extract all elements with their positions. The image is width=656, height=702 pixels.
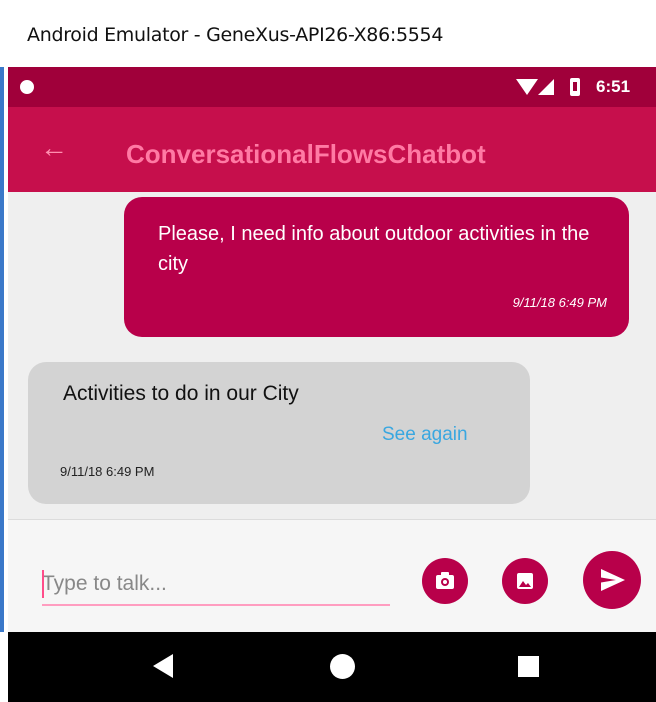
window-border [0, 67, 4, 632]
message-input[interactable] [42, 564, 390, 606]
outgoing-message-text: Please, I need info about outdoor activi… [158, 223, 590, 275]
signal-divider [555, 79, 557, 95]
app-toolbar: ← ConversationalFlowsChatbot [8, 107, 656, 192]
send-button[interactable] [583, 551, 641, 609]
image-icon [517, 573, 533, 589]
chat-area[interactable]: Please, I need info about outdoor activi… [8, 192, 656, 519]
status-bar: 6:51 [8, 67, 656, 107]
camera-icon [436, 572, 454, 589]
toolbar-title: ConversationalFlowsChatbot [126, 139, 486, 169]
emulator-title: Android Emulator - GeneXus-API26-X86:555… [27, 24, 444, 46]
wifi-icon [516, 79, 538, 95]
battery-icon [570, 78, 580, 96]
see-again-link[interactable]: See again [382, 424, 468, 446]
incoming-message: Activities to do in our City See again 9… [28, 362, 530, 504]
gallery-button[interactable] [502, 558, 548, 604]
text-cursor [42, 570, 44, 598]
outgoing-message: Please, I need info about outdoor activi… [124, 197, 629, 337]
navigation-bar [8, 632, 656, 702]
incoming-message-text: Activities to do in our City [63, 382, 299, 405]
notification-icon [20, 80, 34, 94]
emulator-title-bar: Android Emulator - GeneXus-API26-X86:555… [0, 0, 656, 67]
outgoing-message-timestamp: 9/11/18 6:49 PM [512, 295, 607, 310]
status-time: 6:51 [596, 77, 631, 96]
nav-recent-apps-icon[interactable] [518, 656, 539, 677]
nav-home-icon[interactable] [330, 654, 355, 679]
message-composer [8, 519, 656, 633]
arrow-left-icon[interactable]: ← [40, 133, 68, 163]
signal-icon [538, 79, 554, 95]
camera-button[interactable] [422, 558, 468, 604]
send-icon [601, 569, 625, 591]
nav-back-icon[interactable] [153, 654, 173, 678]
incoming-message-timestamp: 9/11/18 6:49 PM [60, 464, 155, 479]
